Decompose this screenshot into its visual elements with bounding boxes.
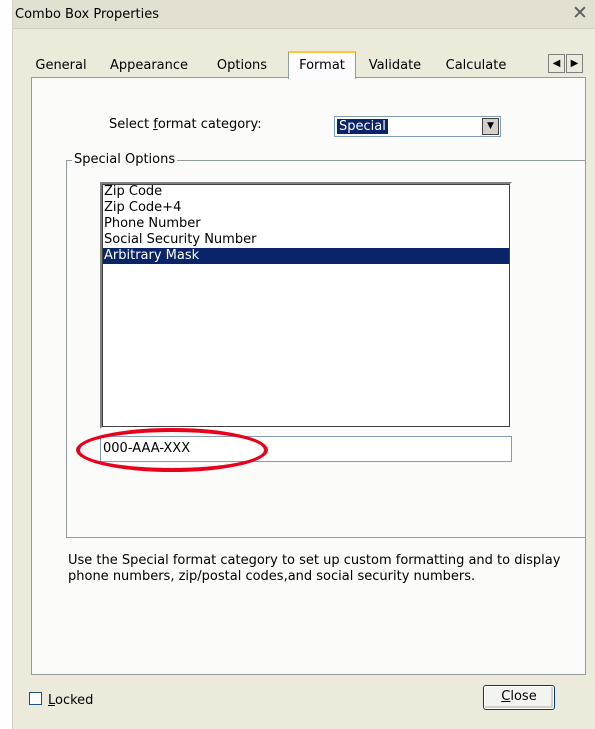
checkbox-icon[interactable] <box>29 692 42 705</box>
title-bar: Combo Box Properties ✕ <box>13 0 595 29</box>
list-item-selected[interactable]: Arbitrary Mask <box>102 248 510 264</box>
window-title: Combo Box Properties <box>15 7 160 22</box>
special-options-legend: Special Options <box>72 152 178 167</box>
format-tab-panel: Select format category: Special ▼ Specia… <box>31 77 586 675</box>
tab-format[interactable]: Format <box>288 51 356 79</box>
format-category-value: Special <box>336 118 389 135</box>
tab-calculate[interactable]: Calculate <box>435 55 517 78</box>
properties-dialog: Combo Box Properties ✕ General Appearanc… <box>12 0 595 729</box>
list-item[interactable]: Zip Code <box>102 184 510 200</box>
locked-checkbox[interactable]: Locked <box>29 692 93 708</box>
chevron-down-icon[interactable]: ▼ <box>482 118 499 135</box>
list-item[interactable]: Phone Number <box>102 216 510 232</box>
callout-ellipse <box>76 428 268 472</box>
list-item[interactable]: Social Security Number <box>102 232 510 248</box>
special-options-list[interactable]: Zip Code Zip Code+4 Phone Number Social … <box>100 182 512 429</box>
close-icon[interactable]: ✕ <box>570 3 590 23</box>
tab-general[interactable]: General <box>31 55 91 78</box>
tab-validate[interactable]: Validate <box>361 55 429 78</box>
tab-strip: General Appearance Options Format Valida… <box>31 51 586 79</box>
tab-appearance[interactable]: Appearance <box>97 55 201 78</box>
tab-options[interactable]: Options <box>207 55 277 78</box>
close-button[interactable]: Close <box>483 685 555 710</box>
tab-scroll-right-icon[interactable]: ▶ <box>566 54 583 73</box>
format-category-select[interactable]: Special ▼ <box>334 116 501 137</box>
list-item[interactable]: Zip Code+4 <box>102 200 510 216</box>
tab-scroll-left-icon[interactable]: ◀ <box>548 54 565 73</box>
help-text: Use the Special format category to set u… <box>68 553 561 584</box>
format-category-label: Select format category: <box>109 117 262 132</box>
